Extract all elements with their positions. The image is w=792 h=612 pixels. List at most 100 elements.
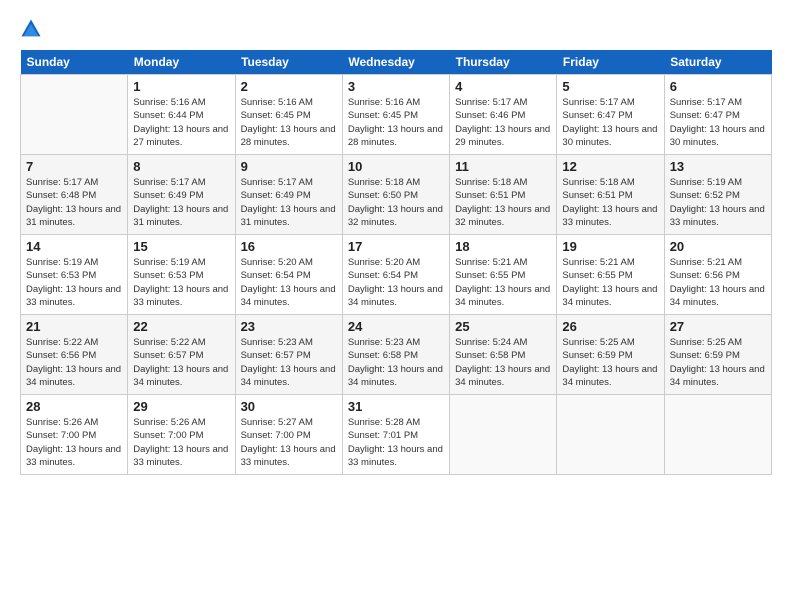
calendar-cell: 23 Sunrise: 5:23 AMSunset: 6:57 PMDayligh… xyxy=(235,315,342,395)
day-number: 19 xyxy=(562,239,658,254)
calendar-cell: 8 Sunrise: 5:17 AMSunset: 6:49 PMDaylight… xyxy=(128,155,235,235)
day-info: Sunrise: 5:16 AMSunset: 6:44 PMDaylight:… xyxy=(133,96,229,149)
day-info: Sunrise: 5:16 AMSunset: 6:45 PMDaylight:… xyxy=(348,96,444,149)
calendar-cell: 25 Sunrise: 5:24 AMSunset: 6:58 PMDayligh… xyxy=(450,315,557,395)
day-info: Sunrise: 5:23 AMSunset: 6:58 PMDaylight:… xyxy=(348,336,444,389)
day-info: Sunrise: 5:25 AMSunset: 6:59 PMDaylight:… xyxy=(670,336,766,389)
calendar-cell: 20 Sunrise: 5:21 AMSunset: 6:56 PMDayligh… xyxy=(664,235,771,315)
day-info: Sunrise: 5:18 AMSunset: 6:51 PMDaylight:… xyxy=(562,176,658,229)
col-header-wednesday: Wednesday xyxy=(342,50,449,75)
day-number: 5 xyxy=(562,79,658,94)
calendar-cell: 24 Sunrise: 5:23 AMSunset: 6:58 PMDayligh… xyxy=(342,315,449,395)
day-number: 18 xyxy=(455,239,551,254)
day-number: 25 xyxy=(455,319,551,334)
calendar-cell xyxy=(450,395,557,475)
calendar-cell: 28 Sunrise: 5:26 AMSunset: 7:00 PMDayligh… xyxy=(21,395,128,475)
day-info: Sunrise: 5:26 AMSunset: 7:00 PMDaylight:… xyxy=(133,416,229,469)
week-row-3: 14 Sunrise: 5:19 AMSunset: 6:53 PMDayligh… xyxy=(21,235,772,315)
calendar-cell: 31 Sunrise: 5:28 AMSunset: 7:01 PMDayligh… xyxy=(342,395,449,475)
calendar-cell: 22 Sunrise: 5:22 AMSunset: 6:57 PMDayligh… xyxy=(128,315,235,395)
col-header-monday: Monday xyxy=(128,50,235,75)
calendar-cell: 2Sunrise: 5:16 AMSunset: 6:45 PMDaylight… xyxy=(235,75,342,155)
calendar-cell: 14Sunrise: 5:19 AMSunset: 6:53 PMDayligh… xyxy=(21,235,128,315)
day-info: Sunrise: 5:22 AMSunset: 6:56 PMDaylight:… xyxy=(26,336,122,389)
day-info: Sunrise: 5:20 AMSunset: 6:54 PMDaylight:… xyxy=(348,256,444,309)
day-number: 3 xyxy=(348,79,444,94)
day-number: 8 xyxy=(133,159,229,174)
day-number: 31 xyxy=(348,399,444,414)
col-header-friday: Friday xyxy=(557,50,664,75)
calendar-cell: 18 Sunrise: 5:21 AMSunset: 6:55 PMDayligh… xyxy=(450,235,557,315)
day-number: 16 xyxy=(241,239,337,254)
calendar-cell: 11 Sunrise: 5:18 AMSunset: 6:51 PMDayligh… xyxy=(450,155,557,235)
day-info: Sunrise: 5:17 AMSunset: 6:49 PMDaylight:… xyxy=(133,176,229,229)
calendar-cell xyxy=(557,395,664,475)
week-row-2: 7Sunrise: 5:17 AMSunset: 6:48 PMDaylight… xyxy=(21,155,772,235)
day-info: Sunrise: 5:17 AMSunset: 6:47 PMDaylight:… xyxy=(562,96,658,149)
day-number: 28 xyxy=(26,399,122,414)
col-header-thursday: Thursday xyxy=(450,50,557,75)
calendar-cell: 29 Sunrise: 5:26 AMSunset: 7:00 PMDayligh… xyxy=(128,395,235,475)
day-info: Sunrise: 5:17 AMSunset: 6:49 PMDaylight:… xyxy=(241,176,337,229)
day-number: 24 xyxy=(348,319,444,334)
day-number: 17 xyxy=(348,239,444,254)
page: SundayMondayTuesdayWednesdayThursdayFrid… xyxy=(0,0,792,612)
day-number: 2 xyxy=(241,79,337,94)
col-header-saturday: Saturday xyxy=(664,50,771,75)
day-info: Sunrise: 5:17 AMSunset: 6:47 PMDaylight:… xyxy=(670,96,766,149)
calendar-cell: 7Sunrise: 5:17 AMSunset: 6:48 PMDaylight… xyxy=(21,155,128,235)
calendar-cell: 1 Sunrise: 5:16 AMSunset: 6:44 PMDaylight… xyxy=(128,75,235,155)
day-info: Sunrise: 5:20 AMSunset: 6:54 PMDaylight:… xyxy=(241,256,337,309)
calendar-cell: 13Sunrise: 5:19 AMSunset: 6:52 PMDayligh… xyxy=(664,155,771,235)
day-number: 6 xyxy=(670,79,766,94)
day-info: Sunrise: 5:21 AMSunset: 6:56 PMDaylight:… xyxy=(670,256,766,309)
day-info: Sunrise: 5:21 AMSunset: 6:55 PMDaylight:… xyxy=(455,256,551,309)
day-number: 20 xyxy=(670,239,766,254)
day-number: 22 xyxy=(133,319,229,334)
day-info: Sunrise: 5:22 AMSunset: 6:57 PMDaylight:… xyxy=(133,336,229,389)
day-number: 7 xyxy=(26,159,122,174)
calendar-cell: 27 Sunrise: 5:25 AMSunset: 6:59 PMDayligh… xyxy=(664,315,771,395)
day-info: Sunrise: 5:24 AMSunset: 6:58 PMDaylight:… xyxy=(455,336,551,389)
day-number: 10 xyxy=(348,159,444,174)
calendar-cell: 4 Sunrise: 5:17 AMSunset: 6:46 PMDaylight… xyxy=(450,75,557,155)
day-info: Sunrise: 5:25 AMSunset: 6:59 PMDaylight:… xyxy=(562,336,658,389)
day-number: 27 xyxy=(670,319,766,334)
col-header-sunday: Sunday xyxy=(21,50,128,75)
day-number: 30 xyxy=(241,399,337,414)
day-info: Sunrise: 5:26 AMSunset: 7:00 PMDaylight:… xyxy=(26,416,122,469)
day-number: 26 xyxy=(562,319,658,334)
day-info: Sunrise: 5:17 AMSunset: 6:46 PMDaylight:… xyxy=(455,96,551,149)
day-number: 4 xyxy=(455,79,551,94)
logo xyxy=(20,18,46,40)
header-row: SundayMondayTuesdayWednesdayThursdayFrid… xyxy=(21,50,772,75)
day-info: Sunrise: 5:18 AMSunset: 6:51 PMDaylight:… xyxy=(455,176,551,229)
calendar-cell: 17 Sunrise: 5:20 AMSunset: 6:54 PMDayligh… xyxy=(342,235,449,315)
calendar-cell: 15Sunrise: 5:19 AMSunset: 6:53 PMDayligh… xyxy=(128,235,235,315)
col-header-tuesday: Tuesday xyxy=(235,50,342,75)
day-info: Sunrise: 5:27 AMSunset: 7:00 PMDaylight:… xyxy=(241,416,337,469)
calendar-cell xyxy=(21,75,128,155)
day-number: 23 xyxy=(241,319,337,334)
calendar-cell: 21Sunrise: 5:22 AMSunset: 6:56 PMDayligh… xyxy=(21,315,128,395)
calendar-cell: 5 Sunrise: 5:17 AMSunset: 6:47 PMDaylight… xyxy=(557,75,664,155)
day-info: Sunrise: 5:21 AMSunset: 6:55 PMDaylight:… xyxy=(562,256,658,309)
calendar-cell xyxy=(664,395,771,475)
week-row-5: 28 Sunrise: 5:26 AMSunset: 7:00 PMDayligh… xyxy=(21,395,772,475)
day-number: 12 xyxy=(562,159,658,174)
day-number: 14 xyxy=(26,239,122,254)
day-info: Sunrise: 5:23 AMSunset: 6:57 PMDaylight:… xyxy=(241,336,337,389)
day-number: 9 xyxy=(241,159,337,174)
calendar-cell: 30 Sunrise: 5:27 AMSunset: 7:00 PMDayligh… xyxy=(235,395,342,475)
calendar-cell: 9 Sunrise: 5:17 AMSunset: 6:49 PMDaylight… xyxy=(235,155,342,235)
day-info: Sunrise: 5:19 AMSunset: 6:53 PMDaylight:… xyxy=(133,256,229,309)
day-number: 11 xyxy=(455,159,551,174)
day-number: 29 xyxy=(133,399,229,414)
day-number: 1 xyxy=(133,79,229,94)
day-number: 13 xyxy=(670,159,766,174)
calendar-cell: 12 Sunrise: 5:18 AMSunset: 6:51 PMDayligh… xyxy=(557,155,664,235)
calendar-cell: 16 Sunrise: 5:20 AMSunset: 6:54 PMDayligh… xyxy=(235,235,342,315)
calendar-cell: 10Sunrise: 5:18 AMSunset: 6:50 PMDayligh… xyxy=(342,155,449,235)
calendar-cell: 3 Sunrise: 5:16 AMSunset: 6:45 PMDaylight… xyxy=(342,75,449,155)
day-info: Sunrise: 5:28 AMSunset: 7:01 PMDaylight:… xyxy=(348,416,444,469)
